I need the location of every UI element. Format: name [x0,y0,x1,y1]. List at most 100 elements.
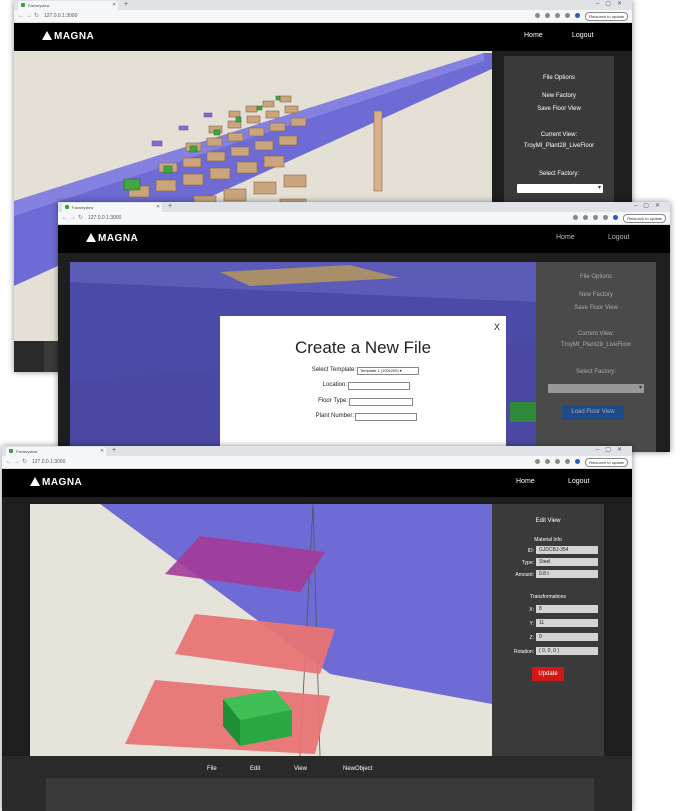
close-tab-icon[interactable]: ✕ [100,447,104,456]
factory-detail-render [30,504,492,756]
forward-arrow-icon[interactable]: → [26,11,32,21]
type-label: Type: [521,560,534,566]
browser-window-create-file: Factoryview ✕ + –▢✕ ← → ↻ 127.0.0.1:3000 … [58,202,670,452]
new-tab-icon[interactable]: + [124,0,128,9]
select-template-label: Select Template: [311,367,356,373]
relaunch-button[interactable]: Relaunch to update [623,214,666,223]
tab-title: Factoryview [28,3,50,8]
back-arrow-icon[interactable]: ← [62,213,68,223]
share-icon[interactable] [535,13,540,18]
window-controls[interactable]: –▢✕ [596,446,628,455]
url-field[interactable]: 127.0.0.1:3000 [44,12,77,20]
plant-number-label: Plant Number: [315,413,354,419]
floor-type-input[interactable] [349,398,413,406]
new-tab-icon[interactable]: + [168,202,172,211]
menu-view[interactable]: View [294,766,307,772]
app-header: MAGNA Home Logout [14,23,632,51]
id-field[interactable]: GJDCBJ-354 [536,546,598,554]
magna-logo[interactable]: MAGNA [30,477,82,488]
select-factory-label: Select Factory: [538,171,579,177]
forward-arrow-icon[interactable]: → [14,457,20,467]
save-floor-view-link[interactable]: Save Floor View [536,305,656,311]
favicon-icon [9,449,13,453]
save-floor-view-link[interactable]: Save Floor View [504,106,614,112]
tab-strip: Factoryview ✕ + –▢✕ [14,0,632,10]
magna-logo-icon [30,477,40,486]
home-link[interactable]: Home [556,234,575,241]
template-select[interactable]: Template 1 (100x200) ▾ [357,367,419,375]
extension-icon[interactable] [555,13,560,18]
tab-title: Factoryview [72,205,94,210]
tab-title: Factoryview [16,449,38,454]
factory-3d-viewport[interactable] [30,504,492,756]
edit-view-panel: Edit View Material Info ID: GJDCBJ-354 T… [492,504,604,756]
menu-edit[interactable]: Edit [250,766,260,772]
x-field[interactable]: 8 [536,605,598,613]
load-floor-view-button[interactable]: Load Floor View [562,405,624,420]
new-factory-link[interactable]: New Factory [536,292,656,298]
file-options-label: File Options [579,274,612,280]
rotation-field[interactable]: ( 0, 0, 0 ) [536,647,598,655]
url-field[interactable]: 127.0.0.1:3000 [32,458,65,466]
close-tab-icon[interactable]: ✕ [156,203,160,212]
tab-strip: Factoryview ✕ + –▢✕ [58,202,670,212]
reload-icon[interactable]: ↻ [34,11,39,21]
browser-tab[interactable]: Factoryview ✕ [62,203,162,212]
update-button[interactable]: Update [532,667,564,681]
floor-type-label: Floor Type: [318,398,348,404]
amount-label: Amount: [515,572,534,578]
reload-icon[interactable]: ↻ [78,213,83,223]
profile-icon[interactable] [575,13,580,18]
menu-file[interactable]: File [207,766,217,772]
browser-tab[interactable]: Factoryview ✕ [6,447,106,456]
browser-tab[interactable]: Factoryview ✕ [18,1,118,10]
url-field[interactable]: 127.0.0.1:3000 [88,214,121,222]
back-arrow-icon[interactable]: ← [6,457,12,467]
window-controls[interactable]: –▢✕ [634,202,666,211]
share-icon[interactable] [535,459,540,464]
profile-icon[interactable] [613,215,618,220]
close-icon[interactable]: X [494,322,500,332]
logout-link[interactable]: Logout [568,478,589,485]
share-icon[interactable] [573,215,578,220]
factory-select[interactable] [548,384,644,393]
favicon-icon [21,3,25,7]
star-icon[interactable] [583,215,588,220]
amount-field[interactable]: 0.8 t [536,570,598,578]
logout-link[interactable]: Logout [608,234,629,241]
type-field[interactable]: Steel [536,558,598,566]
close-tab-icon[interactable]: ✕ [112,1,116,10]
select-factory-label: Select Factory: [575,369,616,375]
new-tab-icon[interactable]: + [112,446,116,455]
home-link[interactable]: Home [524,32,543,39]
sidepanel-icon[interactable] [565,459,570,464]
magna-logo[interactable]: MAGNA [42,31,94,42]
forward-arrow-icon[interactable]: → [70,213,76,223]
extension-icon[interactable] [555,459,560,464]
relaunch-button[interactable]: Relaunch to update [585,458,628,467]
current-view-value: TroyMI_Plant28_LiveFloor [523,143,595,149]
menu-new-object[interactable]: NewObject [343,766,372,772]
new-factory-link[interactable]: New Factory [504,93,614,99]
sidepanel-icon[interactable] [603,215,608,220]
logout-link[interactable]: Logout [572,32,593,39]
back-arrow-icon[interactable]: ← [18,11,24,21]
window-controls[interactable]: –▢✕ [596,0,628,9]
magna-logo-icon [42,31,52,40]
extension-icon[interactable] [593,215,598,220]
plant-number-input[interactable] [355,413,417,421]
y-field[interactable]: 11 [536,619,598,627]
star-icon[interactable] [545,13,550,18]
star-icon[interactable] [545,459,550,464]
magna-logo[interactable]: MAGNA [86,233,138,244]
profile-icon[interactable] [575,459,580,464]
sidepanel-icon[interactable] [565,13,570,18]
z-field[interactable]: 0 [536,633,598,641]
relaunch-button[interactable]: Relaunch to update [585,12,628,21]
location-input[interactable] [348,382,410,390]
reload-icon[interactable]: ↻ [22,457,27,467]
home-link[interactable]: Home [516,478,535,485]
factory-select[interactable] [517,184,603,193]
material-info-label: Material Info [534,537,562,543]
create-file-modal: X Create a New File Select Template: Tem… [220,316,506,452]
